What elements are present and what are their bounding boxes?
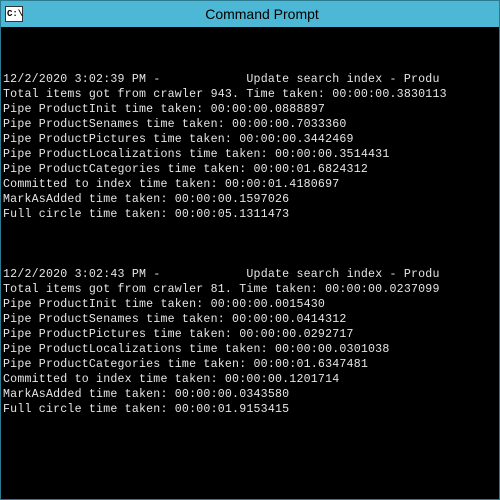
redacted-text xyxy=(168,73,240,86)
log-block: 12/2/2020 3:02:43 PM - Update search ind… xyxy=(3,267,497,417)
log-block: 12/2/2020 3:02:39 PM - Update search ind… xyxy=(3,72,497,222)
log-line: Pipe ProductCategories time taken: 00:00… xyxy=(3,358,368,371)
log-line: Pipe ProductLocalizations time taken: 00… xyxy=(3,343,390,356)
log-line: Pipe ProductPictures time taken: 00:00:0… xyxy=(3,328,354,341)
timestamp: 12/2/2020 3:02:43 PM xyxy=(3,268,146,281)
timestamp: 12/2/2020 3:02:39 PM xyxy=(3,73,146,86)
terminal-output[interactable]: 12/2/2020 3:02:39 PM - Update search ind… xyxy=(1,27,499,499)
titlebar[interactable]: C:\ Command Prompt xyxy=(1,1,499,27)
log-line: Full circle time taken: 00:00:01.9153415 xyxy=(3,403,289,416)
log-line: Pipe ProductCategories time taken: 00:00… xyxy=(3,163,368,176)
log-line: Pipe ProductPictures time taken: 00:00:0… xyxy=(3,133,354,146)
log-line: Total items got from crawler 81. Time ta… xyxy=(3,283,440,296)
header-suffix: Update search index - Produ xyxy=(239,268,439,281)
command-prompt-window: C:\ Command Prompt 12/2/2020 3:02:39 PM … xyxy=(0,0,500,500)
window-title: Command Prompt xyxy=(29,6,495,22)
log-line: Pipe ProductInit time taken: 00:00:00.08… xyxy=(3,103,325,116)
log-line: Pipe ProductLocalizations time taken: 00… xyxy=(3,148,390,161)
log-line: Pipe ProductSenames time taken: 00:00:00… xyxy=(3,313,347,326)
log-line: MarkAsAdded time taken: 00:00:00.0343580 xyxy=(3,388,289,401)
log-line: Full circle time taken: 00:00:05.1311473 xyxy=(3,208,289,221)
log-line: Total items got from crawler 943. Time t… xyxy=(3,88,447,101)
redacted-text xyxy=(168,268,240,281)
log-line: Committed to index time taken: 00:00:01.… xyxy=(3,178,339,191)
log-line: MarkAsAdded time taken: 00:00:00.1597026 xyxy=(3,193,289,206)
command-prompt-icon: C:\ xyxy=(5,6,23,22)
log-line: Pipe ProductInit time taken: 00:00:00.00… xyxy=(3,298,325,311)
log-line: Committed to index time taken: 00:00:00.… xyxy=(3,373,339,386)
log-line: Pipe ProductSenames time taken: 00:00:00… xyxy=(3,118,347,131)
header-suffix: Update search index - Produ xyxy=(239,73,439,86)
